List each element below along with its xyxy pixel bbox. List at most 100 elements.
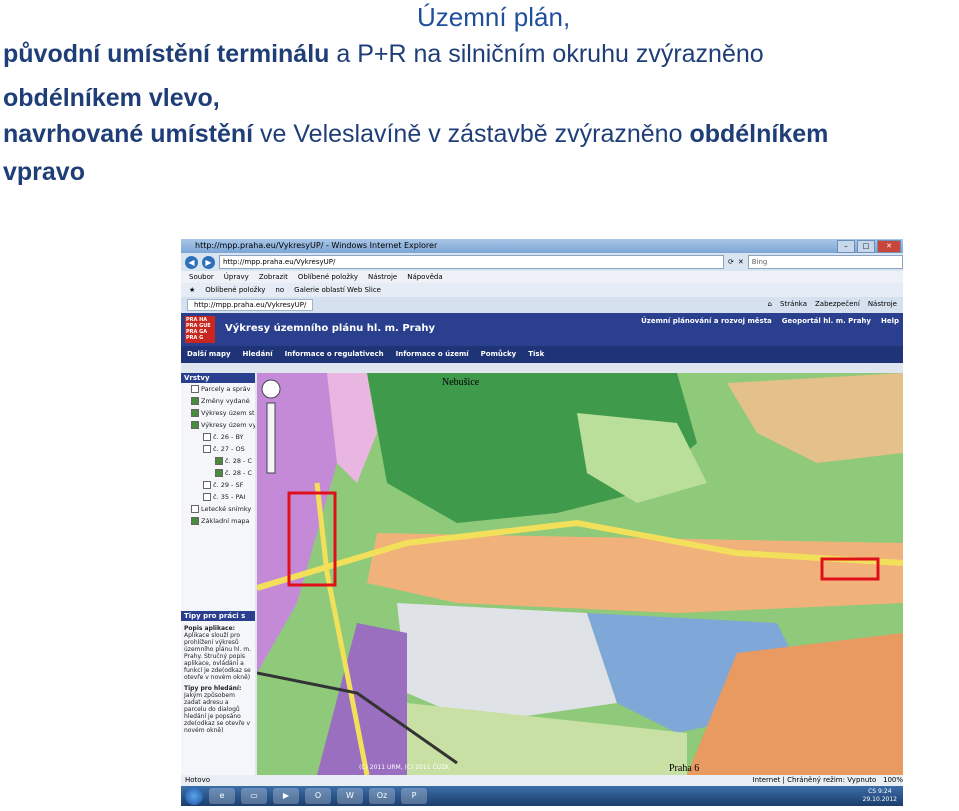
- taskbar-outlook2-icon[interactable]: Oz: [369, 788, 395, 804]
- windows-taskbar: e ▭ ▶ O W Oz P CS 9:24 29.10.2012: [181, 786, 903, 806]
- title-line-2-rest: a P+R na silničním okruhu zvýrazněno: [329, 40, 764, 68]
- title-line-3-bold: obdélníkem vlevo,: [3, 84, 220, 112]
- taskbar-ie-icon[interactable]: e: [209, 788, 235, 804]
- minimize-icon[interactable]: –: [837, 240, 855, 253]
- map-label-praha6: Praha 6: [669, 763, 699, 774]
- zoom-slider[interactable]: [266, 402, 276, 474]
- layer-item[interactable]: č. 26 - BY: [181, 431, 255, 443]
- layer-label: Parcely a správ: [201, 385, 251, 393]
- page-header: PRA HA PRA GUE PRA GA PRA G Výkresy územ…: [181, 313, 903, 346]
- checkbox[interactable]: [191, 397, 199, 405]
- window-title: http://mpp.praha.eu/VykresyUP/ - Windows…: [195, 241, 438, 250]
- pan-icon[interactable]: [261, 379, 281, 399]
- address-toolbar: ◀ ▶ http://mpp.praha.eu/VykresyUP/ ⟳ ✕ B…: [181, 253, 903, 271]
- layer-label: Letecké snímky: [201, 505, 252, 513]
- title-line-3: obdélníkem vlevo,: [3, 84, 220, 113]
- back-icon[interactable]: ◀: [185, 255, 198, 269]
- zoom-level[interactable]: 100%: [883, 776, 903, 784]
- close-icon[interactable]: ✕: [877, 240, 901, 253]
- favorites-bar: ★ Oblíbené položky no Galerie oblastí We…: [181, 283, 903, 297]
- home-icon[interactable]: ⌂: [768, 300, 772, 308]
- taskbar-folder-icon[interactable]: ▭: [241, 788, 267, 804]
- layer-item[interactable]: č. 28 - C: [181, 467, 255, 479]
- menu-tools[interactable]: Nástroje: [368, 271, 397, 283]
- taskbar-word-icon[interactable]: W: [337, 788, 363, 804]
- favorites-item-no[interactable]: no: [275, 283, 284, 297]
- window-titlebar: http://mpp.praha.eu/VykresyUP/ - Windows…: [181, 239, 903, 253]
- checkbox[interactable]: [191, 421, 199, 429]
- stop-icon[interactable]: ✕: [738, 258, 744, 266]
- checkbox[interactable]: [215, 469, 223, 477]
- layer-item[interactable]: č. 28 - C: [181, 455, 255, 467]
- tools-menu[interactable]: Nástroje: [868, 300, 897, 308]
- checkbox[interactable]: [191, 409, 199, 417]
- forward-icon[interactable]: ▶: [202, 255, 215, 269]
- refresh-icon[interactable]: ⟳: [728, 258, 734, 266]
- checkbox[interactable]: [191, 385, 199, 393]
- taskbar-media-icon[interactable]: ▶: [273, 788, 299, 804]
- status-zone-text: Internet | Chráněný režim: Vypnuto: [752, 776, 877, 784]
- land-use-map[interactable]: Nebušice Praha 6 (C) 2011 URM, (C) 2011 …: [257, 373, 903, 775]
- window-controls: – □ ✕: [837, 240, 901, 253]
- layer-label: Výkresy územ vydané výkres aktualizovány: [201, 421, 255, 429]
- address-bar[interactable]: http://mpp.praha.eu/VykresyUP/: [219, 255, 724, 269]
- menu-print[interactable]: Tisk: [528, 346, 544, 363]
- layer-item[interactable]: Výkresy územ vydané výkres aktualizovány: [181, 419, 255, 431]
- help-text-2: Jakým způsobem zadat adresu a parcelu do…: [184, 692, 251, 734]
- layer-item[interactable]: č. 35 - PAI: [181, 491, 255, 503]
- command-bar: ⌂ Stránka Zabezpečení Nástroje: [768, 300, 897, 308]
- checkbox[interactable]: [203, 493, 211, 501]
- checkbox[interactable]: [203, 433, 211, 441]
- help-text-1: Aplikace slouží pro prohlížení výkresů ú…: [184, 632, 252, 681]
- title-line-5: vpravo: [3, 158, 85, 187]
- layer-label: Výkresy územ stav k 21.6.20: [201, 409, 255, 417]
- taskbar-powerpoint-icon[interactable]: P: [401, 788, 427, 804]
- checkbox[interactable]: [203, 445, 211, 453]
- menu-file[interactable]: Soubor: [189, 271, 214, 283]
- checkbox[interactable]: [191, 517, 199, 525]
- search-input[interactable]: Bing: [747, 255, 903, 269]
- checkbox[interactable]: [203, 481, 211, 489]
- taskbar-date: 29.10.2012: [862, 796, 897, 803]
- menu-search[interactable]: Hledání: [243, 346, 273, 363]
- layer-item[interactable]: Změny vydané: [181, 395, 255, 407]
- help-title-1: Popis aplikace:: [184, 625, 236, 632]
- menu-favorites[interactable]: Oblíbené položky: [298, 271, 358, 283]
- layer-item[interactable]: Parcely a správ: [181, 383, 255, 395]
- help-panel: Tipy pro práci s Popis aplikace: Aplikace…: [181, 611, 255, 736]
- tab-current[interactable]: http://mpp.praha.eu/VykresyUP/: [187, 299, 314, 311]
- layers-heading: Vrstvy: [181, 373, 255, 383]
- layer-item[interactable]: Letecké snímky: [181, 503, 255, 515]
- link-urban-planning[interactable]: Územní plánování a rozvoj města: [641, 317, 772, 325]
- taskbar-clock: CS 9:24 29.10.2012: [863, 788, 897, 804]
- layer-item[interactable]: č. 29 - SF: [181, 479, 255, 491]
- layer-item[interactable]: Výkresy územ stav k 21.6.20: [181, 407, 255, 419]
- taskbar-outlook-icon[interactable]: O: [305, 788, 331, 804]
- link-help[interactable]: Help: [881, 317, 899, 325]
- app-menu: Další mapy Hledání Informace o regulativ…: [181, 346, 903, 363]
- menu-view[interactable]: Zobrazit: [259, 271, 288, 283]
- safety-menu[interactable]: Zabezpečení: [815, 300, 860, 308]
- start-button[interactable]: [185, 787, 203, 805]
- menu-tools[interactable]: Pomůcky: [481, 346, 517, 363]
- help-heading: Tipy pro práci s: [181, 611, 255, 621]
- checkbox[interactable]: [191, 505, 199, 513]
- layer-label: č. 28 - C: [225, 469, 252, 477]
- menu-edit[interactable]: Úpravy: [224, 271, 249, 283]
- favorites-button[interactable]: Oblíbené položky: [205, 283, 265, 297]
- checkbox[interactable]: [215, 457, 223, 465]
- link-geoportal[interactable]: Geoportál hl. m. Prahy: [782, 317, 871, 325]
- menu-help[interactable]: Nápověda: [407, 271, 442, 283]
- menu-regulations[interactable]: Informace o regulativech: [285, 346, 384, 363]
- layer-label: č. 29 - SF: [213, 481, 244, 489]
- favorites-item-gallery[interactable]: Galerie oblastí Web Slice: [294, 283, 381, 297]
- menu-other-maps[interactable]: Další mapy: [187, 346, 231, 363]
- star-icon[interactable]: ★: [189, 283, 195, 297]
- taskbar-lang[interactable]: CS: [868, 788, 876, 795]
- layer-item[interactable]: č. 27 - OS: [181, 443, 255, 455]
- maximize-icon[interactable]: □: [857, 240, 875, 253]
- page-menu[interactable]: Stránka: [780, 300, 807, 308]
- map-label-nebusice: Nebušice: [442, 377, 480, 388]
- menu-area-info[interactable]: Informace o území: [396, 346, 469, 363]
- layer-item[interactable]: Základní mapa: [181, 515, 255, 527]
